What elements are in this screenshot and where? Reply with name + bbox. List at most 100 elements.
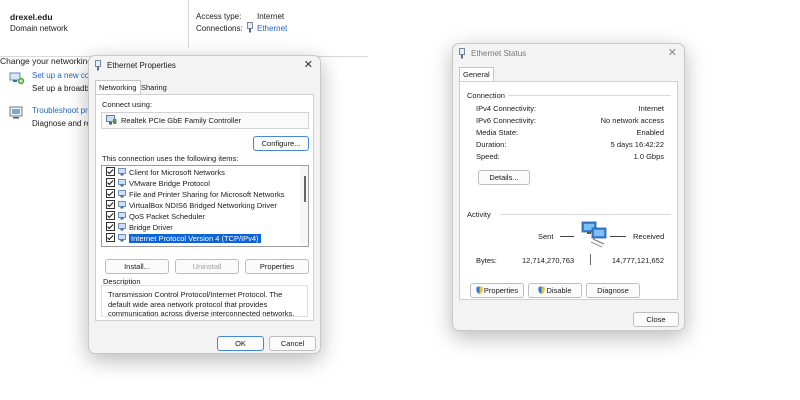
ipv4-connectivity-label: IPv4 Connectivity: xyxy=(476,104,537,113)
connections-label: Connections: xyxy=(196,24,243,33)
setup-connection-icon xyxy=(9,70,25,88)
description-text: Transmission Control Protocol/Internet P… xyxy=(108,290,295,318)
checkbox[interactable] xyxy=(106,200,115,209)
item-label: QoS Packet Scheduler xyxy=(129,212,205,221)
bridge-icon xyxy=(118,223,127,231)
details-button[interactable]: Details... xyxy=(478,170,530,185)
speed-label: Speed: xyxy=(476,152,500,161)
bytes-label: Bytes: xyxy=(476,256,497,265)
ethernet-icon xyxy=(458,48,466,61)
item-label: Client for Microsoft Networks xyxy=(129,168,225,177)
dialog-title: Ethernet Status xyxy=(471,49,527,58)
received-line xyxy=(610,236,626,237)
list-item[interactable]: Internet Protocol Version 4 (TCP/IPv4) xyxy=(106,233,261,244)
uninstall-button[interactable]: Uninstall xyxy=(175,259,239,274)
ipv4-connectivity-value: Internet xyxy=(638,104,664,113)
scrollbar-thumb[interactable] xyxy=(304,176,306,202)
install-button[interactable]: Install... xyxy=(105,259,169,274)
troubleshoot-link[interactable]: Troubleshoot pro xyxy=(32,106,92,115)
ok-button[interactable]: OK xyxy=(217,336,264,351)
list-item[interactable]: VirtualBox NDIS6 Bridged Networking Driv… xyxy=(106,200,277,211)
received-label: Received xyxy=(633,232,665,241)
item-label: Internet Protocol Version 4 (TCP/IPv4) xyxy=(129,234,261,243)
ethernet-icon xyxy=(94,60,102,73)
media-state-label: Media State: xyxy=(476,128,519,137)
configure-button[interactable]: Configure... xyxy=(253,136,309,151)
list-item[interactable]: VMware Bridge Protocol xyxy=(106,178,210,189)
bytes-sent-value: 12,714,270,763 xyxy=(522,256,575,265)
list-item[interactable]: Bridge Driver xyxy=(106,222,173,233)
item-label: VirtualBox NDIS6 Bridged Networking Driv… xyxy=(129,201,277,210)
heading-rule xyxy=(508,95,671,96)
troubleshoot-icon xyxy=(9,105,25,123)
close-icon[interactable]: ✕ xyxy=(668,47,677,59)
checkbox[interactable] xyxy=(106,167,115,176)
ipv6-connectivity-label: IPv6 Connectivity: xyxy=(476,116,537,125)
close-button[interactable]: Close xyxy=(633,312,679,327)
divider xyxy=(188,0,189,48)
title-bar: Ethernet Properties ✕ xyxy=(89,56,320,76)
shield-icon xyxy=(476,285,483,298)
networking-panel: Connect using: Realtek PCIe GbE Family C… xyxy=(95,94,314,321)
tab-networking[interactable]: Networking xyxy=(95,80,141,94)
disable-button[interactable]: Disable xyxy=(528,283,582,298)
bytes-received-value: 14,777,121,652 xyxy=(611,256,664,265)
bytes-divider xyxy=(590,254,591,265)
tab-general[interactable]: General xyxy=(459,67,494,81)
general-panel: Connection IPv4 Connectivity: Internet I… xyxy=(459,81,678,300)
description-box: Transmission Control Protocol/Internet P… xyxy=(101,285,308,318)
network-type: Domain network xyxy=(10,24,68,33)
checkbox[interactable] xyxy=(106,178,115,187)
item-label: File and Printer Sharing for Microsoft N… xyxy=(129,190,285,199)
ethernet-icon xyxy=(246,22,254,35)
connect-using-label: Connect using: xyxy=(102,100,153,109)
access-type-label: Access type: xyxy=(196,12,242,21)
cancel-button[interactable]: Cancel xyxy=(269,336,316,351)
checkbox[interactable] xyxy=(106,211,115,220)
scheduler-icon xyxy=(118,212,127,220)
tab-sharing[interactable]: Sharing xyxy=(138,81,170,94)
items-label: This connection uses the following items… xyxy=(102,154,239,163)
dialog-title: Ethernet Properties xyxy=(107,61,176,70)
file-sharing-icon xyxy=(118,190,127,198)
close-icon[interactable]: ✕ xyxy=(304,59,313,71)
duration-value: 5 days 16:42:22 xyxy=(610,140,664,149)
activity-heading: Activity xyxy=(467,210,491,219)
adapter-box: Realtek PCIe GbE Family Controller xyxy=(101,112,309,129)
shield-icon xyxy=(538,285,546,298)
adapter-name: Realtek PCIe GbE Family Controller xyxy=(121,116,242,125)
list-item[interactable]: File and Printer Sharing for Microsoft N… xyxy=(106,189,284,200)
speed-value: 1.0 Gbps xyxy=(633,152,664,161)
checkbox[interactable] xyxy=(106,222,115,231)
checkbox[interactable] xyxy=(106,233,115,242)
checkbox[interactable] xyxy=(106,189,115,198)
setup-connection-description: Set up a broadba xyxy=(32,84,94,93)
ethernet-status-dialog: Ethernet Status ✕ General Connection IPv… xyxy=(452,43,685,331)
ipv6-connectivity-value: No network access xyxy=(600,116,664,125)
properties-button[interactable]: Properties xyxy=(245,259,309,274)
list-item[interactable]: Client for Microsoft Networks xyxy=(106,167,225,178)
heading-rule xyxy=(500,214,671,215)
connection-heading: Connection xyxy=(467,91,505,100)
duration-label: Duration: xyxy=(476,140,507,149)
ethernet-connection-link[interactable]: Ethernet xyxy=(257,24,287,33)
sent-label: Sent xyxy=(538,232,554,241)
network-client-icon xyxy=(118,168,127,176)
list-scrollbar[interactable] xyxy=(300,166,308,246)
setup-connection-link[interactable]: Set up a new con xyxy=(32,71,94,80)
status-properties-button[interactable]: Properties xyxy=(470,283,524,298)
network-adapter-icon xyxy=(106,115,117,127)
media-state-value: Enabled xyxy=(636,128,664,137)
list-item[interactable]: QoS Packet Scheduler xyxy=(106,211,205,222)
diagnose-button[interactable]: Diagnose xyxy=(586,283,640,298)
troubleshoot-description: Diagnose and rep xyxy=(32,119,96,128)
item-label: Bridge Driver xyxy=(129,223,173,232)
driver-icon xyxy=(118,201,127,209)
ethernet-properties-dialog: Ethernet Properties ✕ Networking Sharing… xyxy=(88,55,321,354)
network-name: drexel.edu xyxy=(10,12,53,22)
network-activity-icon xyxy=(578,220,612,250)
ipv4-protocol-icon xyxy=(118,234,127,242)
sent-line xyxy=(560,236,574,237)
protocol-icon xyxy=(118,179,127,187)
disable-label: Disable xyxy=(546,286,572,295)
